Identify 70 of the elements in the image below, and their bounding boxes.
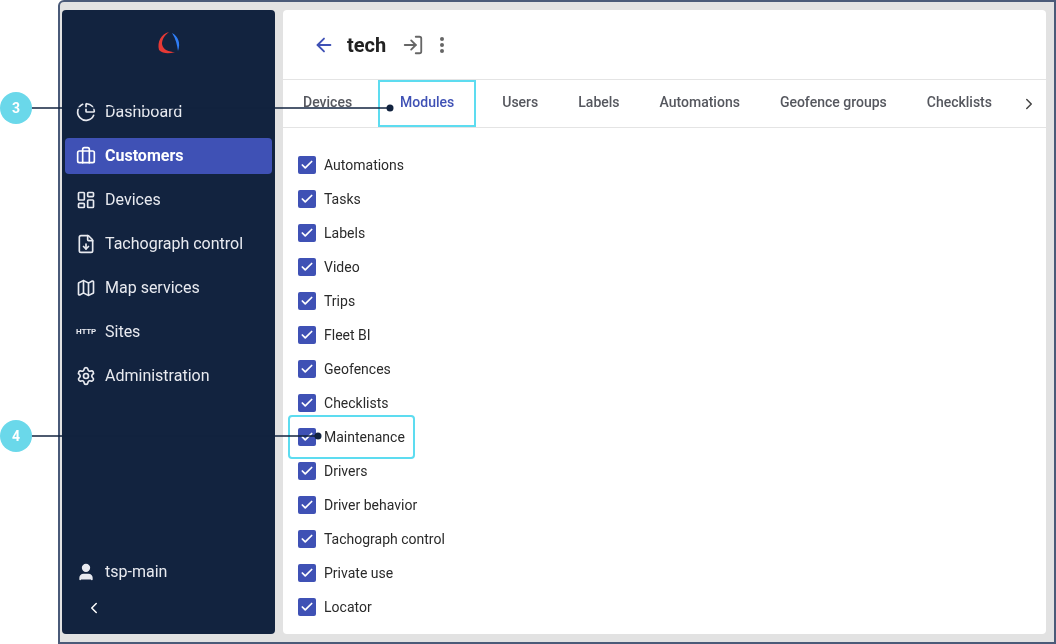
check-icon xyxy=(300,260,315,274)
module-checkbox-row[interactable]: Tachograph control xyxy=(290,522,453,556)
module-checkbox-row[interactable]: Private use xyxy=(290,556,402,590)
check-icon xyxy=(300,328,315,342)
module-checkbox-row[interactable]: Labels xyxy=(290,216,374,250)
more-button[interactable] xyxy=(440,36,445,53)
checkbox[interactable] xyxy=(298,530,317,548)
file-download-icon xyxy=(76,234,96,254)
callout-badge: 3 xyxy=(0,92,32,124)
check-icon xyxy=(300,192,315,206)
checkbox[interactable] xyxy=(298,292,317,310)
checkbox[interactable] xyxy=(298,156,317,174)
tab[interactable]: Users xyxy=(482,80,559,127)
module-checkbox-row[interactable]: Video xyxy=(290,250,368,284)
check-icon xyxy=(300,430,315,444)
http-label: HTTP xyxy=(76,326,96,338)
sidebar-item[interactable]: Dashboard xyxy=(65,94,273,130)
tab[interactable]: Automations xyxy=(639,80,760,127)
module-checkbox-row[interactable]: Tasks xyxy=(290,182,369,216)
pie-chart-icon xyxy=(76,102,96,122)
check-icon xyxy=(300,226,315,240)
check-icon xyxy=(300,362,315,376)
module-checkbox-row[interactable]: Checklists xyxy=(290,386,397,420)
module-checkbox-row[interactable]: Maintenance xyxy=(290,417,413,457)
check-icon xyxy=(300,464,315,478)
login-icon xyxy=(402,33,425,56)
sidebar-item[interactable]: Administration xyxy=(65,358,273,394)
module-checkbox-row[interactable]: Automations xyxy=(290,148,413,182)
more-icon xyxy=(440,36,445,53)
page-title: tech xyxy=(347,31,387,59)
tab[interactable]: Checklists xyxy=(906,80,1012,127)
check-icon xyxy=(300,532,315,546)
grid-icon xyxy=(76,190,96,210)
briefcase-icon xyxy=(76,146,96,166)
map-icon xyxy=(76,278,96,298)
login-button[interactable] xyxy=(402,33,425,56)
checkbox[interactable] xyxy=(298,496,317,514)
check-icon xyxy=(300,498,315,512)
sidebar-item[interactable]: Customers xyxy=(65,138,273,174)
tab[interactable]: Labels xyxy=(558,80,640,127)
tab[interactable]: Modules xyxy=(378,80,477,127)
module-checkbox-row[interactable]: Fleet BI xyxy=(290,318,379,352)
check-icon xyxy=(300,566,315,580)
checkbox[interactable] xyxy=(298,326,317,344)
checkbox[interactable] xyxy=(298,394,317,412)
user-name: tsp-main xyxy=(105,561,168,583)
gear-icon xyxy=(76,366,96,386)
checkbox[interactable] xyxy=(298,598,317,616)
tab[interactable]: Geofence groups xyxy=(759,80,907,127)
tab[interactable]: Devices xyxy=(283,80,373,127)
callout-badge: 4 xyxy=(0,420,32,452)
checkbox[interactable] xyxy=(298,564,317,582)
module-checkbox-row[interactable]: Drivers xyxy=(290,454,376,488)
sidebar-item[interactable]: Map services xyxy=(65,270,273,306)
checkbox[interactable] xyxy=(298,190,317,208)
check-icon xyxy=(300,158,315,172)
checkbox[interactable] xyxy=(298,224,317,242)
module-checkbox-row[interactable]: Geofences xyxy=(290,352,399,386)
checkbox[interactable] xyxy=(298,360,317,378)
checkbox[interactable] xyxy=(298,462,317,480)
checkbox[interactable] xyxy=(298,258,317,276)
module-checkbox-row[interactable]: Trips xyxy=(290,284,364,318)
module-checkbox-row[interactable]: Locator xyxy=(290,590,380,624)
sidebar-item[interactable]: Devices xyxy=(65,182,273,218)
sidebar-item[interactable]: Tachograph control xyxy=(65,226,273,262)
check-icon xyxy=(300,396,315,410)
module-checkbox-row[interactable]: Driver behavior xyxy=(290,488,426,522)
sidebar-item[interactable]: HTTP Sites xyxy=(65,314,273,350)
check-icon xyxy=(300,600,315,614)
check-icon xyxy=(300,294,315,308)
